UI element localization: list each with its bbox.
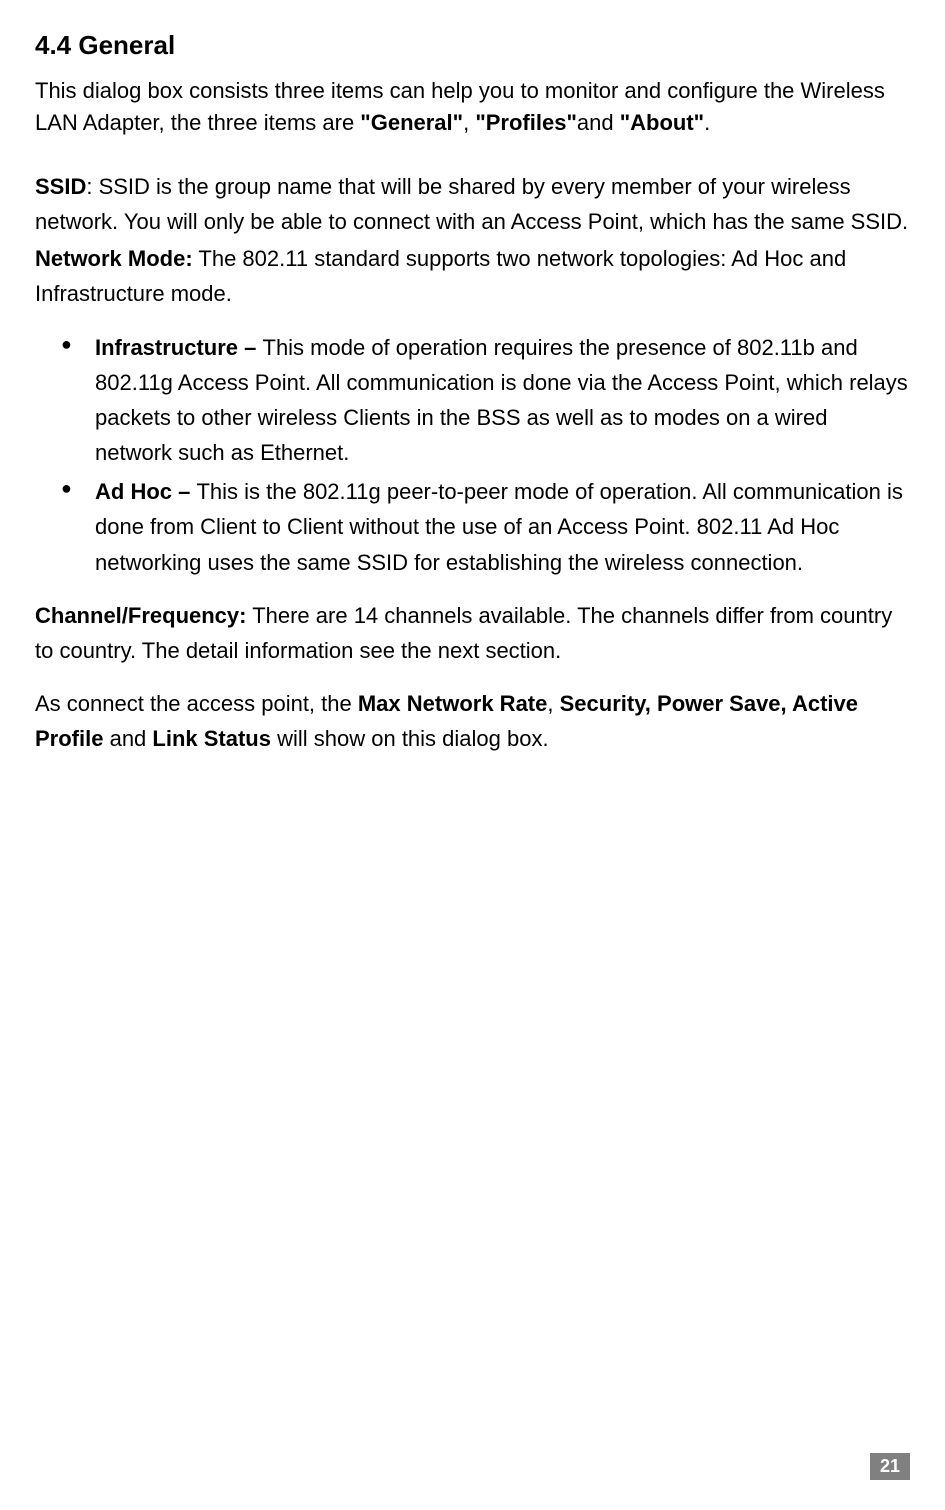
channel-block: Channel/Frequency: There are 14 channels… bbox=[35, 598, 910, 668]
intro-bold-profiles: "Profiles" bbox=[475, 110, 577, 135]
ssid-text: : SSID is the group name that will be sh… bbox=[35, 174, 908, 234]
section-heading: 4.4 General bbox=[35, 30, 910, 61]
page-number: 21 bbox=[870, 1453, 910, 1480]
intro-paragraph: This dialog box consists three items can… bbox=[35, 75, 910, 139]
bullet-list: Infrastructure – This mode of operation … bbox=[35, 330, 910, 580]
intro-mid1: , bbox=[463, 110, 475, 135]
ssid-block: SSID: SSID is the group name that will b… bbox=[35, 169, 910, 312]
intro-end: . bbox=[704, 110, 710, 135]
closing-end: will show on this dialog box. bbox=[271, 726, 549, 751]
intro-bold-general: "General" bbox=[360, 110, 463, 135]
channel-label: Channel/Frequency: bbox=[35, 603, 246, 628]
channel-paragraph: Channel/Frequency: There are 14 channels… bbox=[35, 598, 910, 668]
bullet-adhoc-text: This is the 802.11g peer-to-peer mode of… bbox=[95, 479, 903, 574]
closing-b1: Max Network Rate bbox=[358, 691, 548, 716]
ssid-paragraph: SSID: SSID is the group name that will b… bbox=[35, 169, 910, 239]
closing-b3: Link Status bbox=[152, 726, 271, 751]
closing-pre: As connect the access point, the bbox=[35, 691, 358, 716]
closing-mid2: and bbox=[103, 726, 152, 751]
ssid-label: SSID bbox=[35, 174, 86, 199]
bullet-adhoc-label: Ad Hoc – bbox=[95, 479, 196, 504]
intro-bold-about: "About" bbox=[620, 110, 704, 135]
intro-mid2: and bbox=[577, 110, 620, 135]
closing-mid1: , bbox=[547, 691, 559, 716]
network-mode-label: Network Mode: bbox=[35, 246, 193, 271]
closing-paragraph: As connect the access point, the Max Net… bbox=[35, 686, 910, 756]
bullet-infrastructure-label: Infrastructure – bbox=[95, 335, 263, 360]
bullet-infrastructure: Infrastructure – This mode of operation … bbox=[67, 330, 910, 471]
network-mode-paragraph: Network Mode: The 802.11 standard suppor… bbox=[35, 241, 910, 311]
bullet-adhoc: Ad Hoc – This is the 802.11g peer-to-pee… bbox=[67, 474, 910, 580]
